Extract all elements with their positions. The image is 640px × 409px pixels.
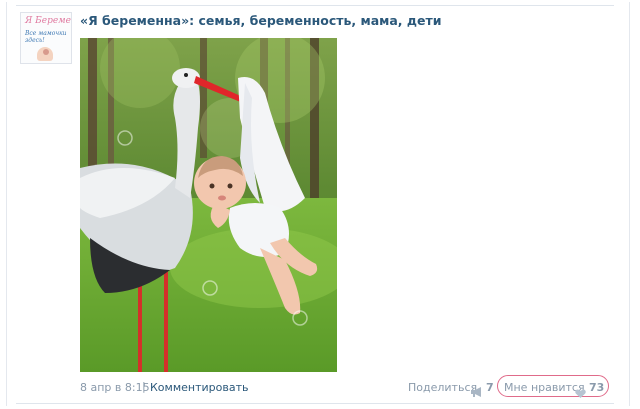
megaphone-icon[interactable] [470,382,484,401]
share-link[interactable]: Поделиться [408,381,477,394]
comment-link[interactable]: Комментировать [150,381,248,394]
avatar-logo-text: Я Беременна [25,16,71,26]
like-label[interactable]: Мне нравится [504,381,585,394]
avatar-slogan: Все мамочки здесь! [25,30,67,44]
post-photo[interactable] [80,38,337,372]
baby-icon-detail [43,49,49,55]
group-avatar[interactable]: Я Беременна Все мамочки здесь! [20,12,72,64]
separator: | [142,380,146,393]
divider [16,5,614,6]
divider [16,403,614,404]
share-count: 7 [486,381,494,394]
heart-icon[interactable] [575,383,586,402]
group-name-link[interactable]: «Я беременна»: семья, беременность, мама… [80,13,441,28]
stork-baby-photo [80,38,337,372]
post-date[interactable]: 8 апр в 8:15 [80,381,150,394]
like-count: 73 [589,381,605,394]
